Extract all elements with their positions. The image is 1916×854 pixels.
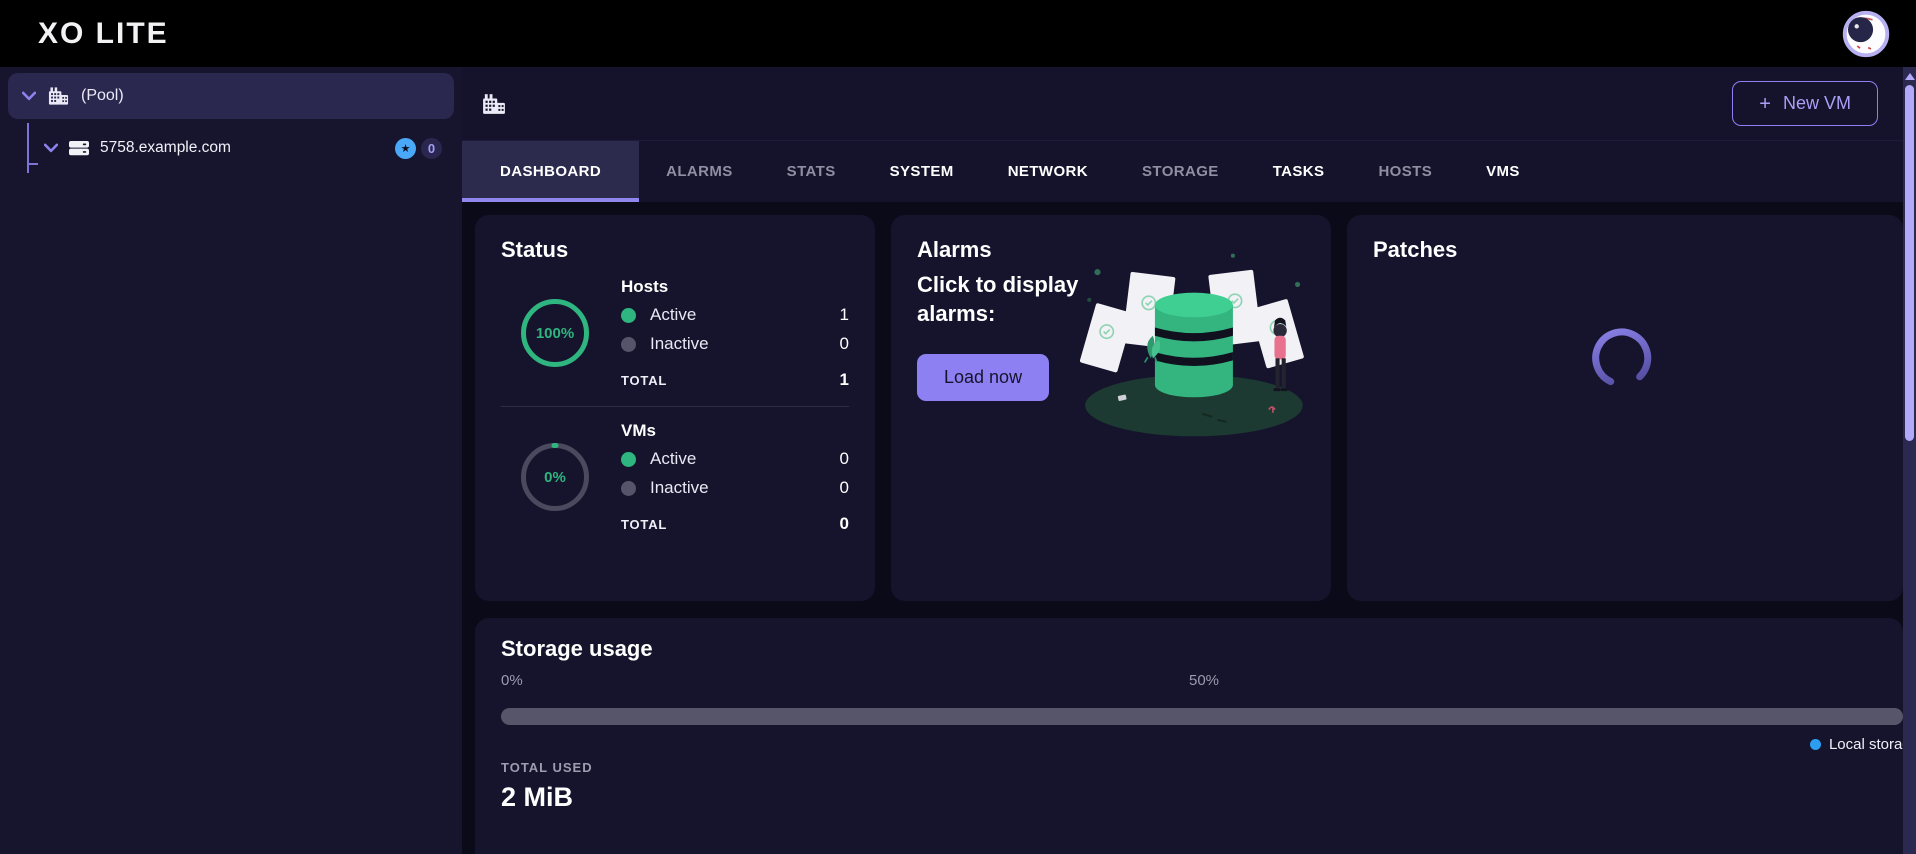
pool-city-icon: [48, 86, 69, 106]
scrollbar-thumb[interactable]: [1905, 85, 1914, 441]
legend-item-local-storage[interactable]: Local storage: [1810, 736, 1903, 753]
tab-alarms[interactable]: ALARMS: [639, 141, 760, 202]
user-avatar-eye-icon[interactable]: [1842, 10, 1890, 58]
vms-active-row: Active 0: [621, 449, 849, 469]
storage-title: Storage usage: [501, 636, 653, 662]
active-label: Active: [650, 305, 696, 325]
tab-bar: DASHBOARD ALARMS STATS SYSTEM NETWORK ST…: [462, 140, 1916, 202]
new-vm-label: New VM: [1783, 93, 1851, 114]
app-logo: XO LITE: [38, 17, 169, 51]
chevron-down-icon[interactable]: [44, 143, 58, 153]
main-panel: + New VM DASHBOARD ALARMS STATS SYSTEM N…: [462, 67, 1916, 854]
total-label: TOTAL: [621, 373, 667, 388]
axis-tick-0: 0%: [501, 672, 523, 689]
alarms-message: Click to display alarms:: [917, 271, 1092, 328]
legend-dot-icon: [1810, 739, 1821, 750]
status-divider: [501, 406, 849, 407]
hosts-status-section: 100% Hosts Active 1: [501, 277, 849, 390]
inactive-label: Inactive: [650, 478, 709, 498]
host-server-icon: [68, 139, 90, 157]
active-value: 0: [840, 449, 849, 469]
inactive-value: 0: [840, 478, 849, 498]
chevron-down-icon[interactable]: [22, 91, 36, 101]
loading-spinner-icon: [1589, 325, 1655, 391]
tab-dashboard[interactable]: DASHBOARD: [462, 141, 639, 202]
plus-icon: +: [1759, 94, 1771, 114]
total-used-label: TOTAL USED: [501, 760, 593, 775]
inactive-value: 0: [840, 334, 849, 354]
vms-percent: 0%: [544, 469, 566, 486]
total-value: 1: [840, 370, 849, 390]
database-cylinder: [1155, 293, 1233, 398]
new-vm-button[interactable]: + New VM: [1732, 81, 1878, 126]
main-header: + New VM: [462, 67, 1916, 140]
favorite-star-icon[interactable]: ★: [395, 138, 416, 159]
tab-hosts[interactable]: HOSTS: [1351, 141, 1459, 202]
pool-city-icon: [482, 93, 506, 115]
hosts-total-row: TOTAL 1: [621, 370, 849, 390]
inactive-dot-icon: [621, 481, 636, 496]
hosts-inactive-row: Inactive 0: [621, 334, 849, 354]
active-value: 1: [840, 305, 849, 325]
storage-usage-card: Storage usage 0% 50% Local storage TOTAL…: [475, 618, 1903, 854]
vms-inactive-row: Inactive 0: [621, 478, 849, 498]
dashboard-content: Status 100% Hosts A: [462, 202, 1916, 854]
storage-usage-bar[interactable]: [501, 708, 1903, 725]
tab-tasks[interactable]: TASKS: [1246, 141, 1352, 202]
total-value: 0: [840, 514, 849, 534]
tab-network[interactable]: NETWORK: [981, 141, 1115, 202]
sidebar-item-pool[interactable]: (Pool): [8, 73, 454, 119]
alarms-card: Alarms Click to display alarms: Load now: [891, 215, 1331, 601]
load-now-button[interactable]: Load now: [917, 354, 1049, 401]
vms-status-section: 0% VMs Active 0: [501, 421, 849, 534]
active-dot-icon: [621, 308, 636, 323]
axis-tick-50: 50%: [1189, 672, 1219, 689]
host-label: 5758.example.com: [100, 139, 231, 157]
total-used-value: 2 MiB: [501, 782, 573, 813]
topbar: XO LITE: [0, 0, 1916, 67]
tab-storage[interactable]: STORAGE: [1115, 141, 1246, 202]
xo-lite-app: XO LITE: [0, 0, 1916, 854]
hosts-progress-ring: 100%: [521, 299, 589, 367]
person-figure: [1273, 318, 1287, 391]
hosts-active-row: Active 1: [621, 305, 849, 325]
vms-total-row: TOTAL 0: [621, 514, 849, 534]
inactive-label: Inactive: [650, 334, 709, 354]
patches-card: Patches: [1347, 215, 1903, 601]
tab-system[interactable]: SYSTEM: [863, 141, 981, 202]
vms-progress-ring: 0%: [521, 443, 589, 511]
patches-title: Patches: [1373, 237, 1877, 263]
scroll-up-arrow-icon[interactable]: [1905, 73, 1915, 80]
inactive-dot-icon: [621, 337, 636, 352]
total-label: TOTAL: [621, 517, 667, 532]
hosts-heading: Hosts: [621, 277, 849, 297]
status-card: Status 100% Hosts A: [475, 215, 875, 601]
tab-stats[interactable]: STATS: [760, 141, 863, 202]
active-dot-icon: [621, 452, 636, 467]
host-count-badge: 0: [421, 138, 442, 159]
legend-label: Local storage: [1829, 736, 1903, 753]
sidebar-item-host[interactable]: 5758.example.com ★ 0: [0, 131, 462, 165]
pool-label: (Pool): [81, 87, 124, 105]
active-label: Active: [650, 449, 696, 469]
status-title: Status: [501, 237, 849, 263]
vms-heading: VMs: [621, 421, 849, 441]
hosts-percent: 100%: [536, 325, 574, 342]
tab-vms[interactable]: VMS: [1459, 141, 1547, 202]
vertical-scrollbar[interactable]: [1903, 67, 1916, 854]
alarms-illustration: [1079, 241, 1315, 451]
sidebar-tree: (Pool) 5758.example.com ★ 0: [0, 67, 462, 854]
